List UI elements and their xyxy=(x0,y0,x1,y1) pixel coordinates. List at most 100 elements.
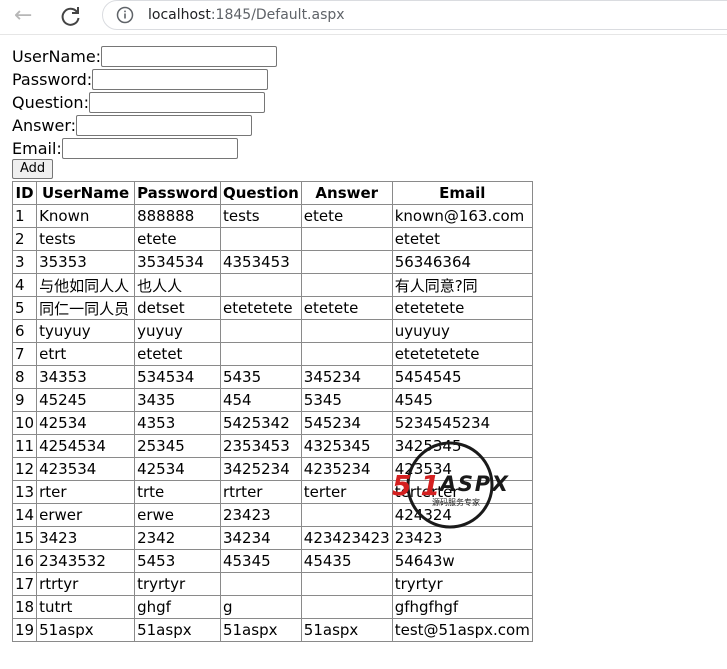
cell-answer: etetete xyxy=(300,296,393,320)
cell-email: uyuyuy xyxy=(391,319,533,343)
cell-answer: terter xyxy=(300,480,393,504)
cell-password: 534534 xyxy=(134,365,221,389)
cell-email: 56346364 xyxy=(391,250,533,274)
cell-username: 4254534 xyxy=(36,434,136,458)
table-row: 12 423534 42534 3425234 4235234 423534 xyxy=(11,457,533,481)
table-row: 6 tyuyuy yuyuy uyuyuy xyxy=(11,319,533,343)
page-content: UserName: Password: Question: Answer: Em… xyxy=(0,34,727,669)
cell-id: 7 xyxy=(11,342,38,366)
table-row: 8 34353 534534 5435 345234 5454545 xyxy=(11,365,533,389)
column-header-username: UserName xyxy=(36,181,136,205)
cell-username: 与他如同人人 xyxy=(36,273,136,297)
table-row: 1 Known 888888 tests etete known@163.com xyxy=(11,204,533,228)
column-header-question: Question xyxy=(219,181,302,205)
answer-input[interactable] xyxy=(76,115,253,136)
column-header-answer: Answer xyxy=(300,181,393,205)
cell-answer xyxy=(300,595,393,619)
cell-question: 23423 xyxy=(219,503,302,527)
cell-password: 5453 xyxy=(134,549,221,573)
cell-email: 23423 xyxy=(391,526,533,550)
cell-question: etetetete xyxy=(219,296,302,320)
cell-username: rter xyxy=(36,480,136,504)
browser-toolbar: ← localhost:1845/Default.aspx xyxy=(0,0,727,34)
cell-email: 424324 xyxy=(391,503,533,527)
table-row: 5 同仁一同人员 detset etetetete etetete etetetete xyxy=(11,296,533,320)
column-header-email: Email xyxy=(391,181,533,205)
cell-question xyxy=(219,342,302,366)
url-host: localhost xyxy=(148,7,211,23)
table-row: 14 erwer erwe 23423 424324 xyxy=(11,503,533,527)
info-icon[interactable] xyxy=(116,6,134,24)
cell-password: 25345 xyxy=(134,434,221,458)
cell-password: 也人人 xyxy=(134,273,221,297)
table-row: 15 3423 2342 34234 423423423 23423 xyxy=(11,526,533,550)
table-row: 13 rter trte rtrter terter terterter xyxy=(11,480,533,504)
cell-question xyxy=(219,572,302,596)
password-input[interactable] xyxy=(92,69,269,90)
cell-password: ghgf xyxy=(134,595,221,619)
cell-email: gfhgfhgf xyxy=(391,595,533,619)
cell-id: 12 xyxy=(11,457,38,481)
cell-password: tryrtyr xyxy=(134,572,221,596)
cell-email: 54643w xyxy=(391,549,533,573)
cell-id: 9 xyxy=(11,388,38,412)
cell-password: yuyuy xyxy=(134,319,221,343)
cell-id: 4 xyxy=(11,273,38,297)
users-table: ID UserName Password Question Answer Ema… xyxy=(11,181,533,642)
cell-answer: 51aspx xyxy=(300,618,393,642)
cell-id: 18 xyxy=(11,595,38,619)
cell-username: tyuyuy xyxy=(36,319,136,343)
question-input[interactable] xyxy=(88,92,265,113)
cell-answer: etete xyxy=(300,204,393,228)
cell-password: 3534534 xyxy=(134,250,221,274)
cell-email: test@51aspx.com xyxy=(391,618,533,642)
column-header-password: Password xyxy=(134,181,221,205)
cell-question xyxy=(219,227,302,251)
table-row: 19 51aspx 51aspx 51aspx 51aspx test@51aspx.co… xyxy=(11,618,533,642)
cell-email: terterter xyxy=(391,480,533,504)
cell-id: 10 xyxy=(11,411,38,435)
cell-question: 45345 xyxy=(219,549,302,573)
cell-username: 35353 xyxy=(36,250,136,274)
cell-answer: 5345 xyxy=(300,388,393,412)
password-row: Password: xyxy=(12,68,277,91)
reload-icon[interactable] xyxy=(58,3,84,29)
cell-id: 5 xyxy=(11,296,38,320)
cell-username: rtrtyr xyxy=(36,572,136,596)
cell-password: 3435 xyxy=(134,388,221,412)
table-row: 10 42534 4353 5425342 545234 5234545234 xyxy=(11,411,533,435)
table-row: 16 2343532 5453 45345 45435 54643w xyxy=(11,549,533,573)
cell-answer xyxy=(300,572,393,596)
cell-id: 17 xyxy=(11,572,38,596)
email-input[interactable] xyxy=(61,138,238,159)
cell-answer: 423423423 xyxy=(300,526,393,550)
table-row: 4 与他如同人人 也人人 有人同意?同 xyxy=(11,273,533,297)
cell-password: detset xyxy=(134,296,221,320)
cell-id: 15 xyxy=(11,526,38,550)
url-text[interactable]: localhost:1845/Default.aspx xyxy=(148,7,345,23)
cell-answer: 45435 xyxy=(300,549,393,573)
url-path: :1845/Default.aspx xyxy=(210,7,345,23)
cell-username: 423534 xyxy=(36,457,136,481)
cell-username: Known xyxy=(36,204,136,228)
cell-question: 34234 xyxy=(219,526,302,550)
table-row: 18 tutrt ghgf g gfhgfhgf xyxy=(11,595,533,619)
cell-answer xyxy=(300,503,393,527)
cell-answer: 345234 xyxy=(300,365,393,389)
back-arrow-icon[interactable]: ← xyxy=(14,4,40,28)
column-header-id: ID xyxy=(11,181,38,205)
cell-answer: 4235234 xyxy=(300,457,393,481)
username-input[interactable] xyxy=(101,46,278,67)
table-header-row: ID UserName Password Question Answer Ema… xyxy=(11,181,533,205)
cell-id: 14 xyxy=(11,503,38,527)
cell-email: tryrtyr xyxy=(391,572,533,596)
cell-question: rtrter xyxy=(219,480,302,504)
cell-email: 423534 xyxy=(391,457,533,481)
username-label: UserName: xyxy=(12,47,102,66)
add-button[interactable]: Add xyxy=(12,159,54,179)
cell-password: etetet xyxy=(134,342,221,366)
cell-answer: 545234 xyxy=(300,411,393,435)
cell-id: 8 xyxy=(11,365,38,389)
cell-id: 6 xyxy=(11,319,38,343)
cell-answer: 4325345 xyxy=(300,434,393,458)
